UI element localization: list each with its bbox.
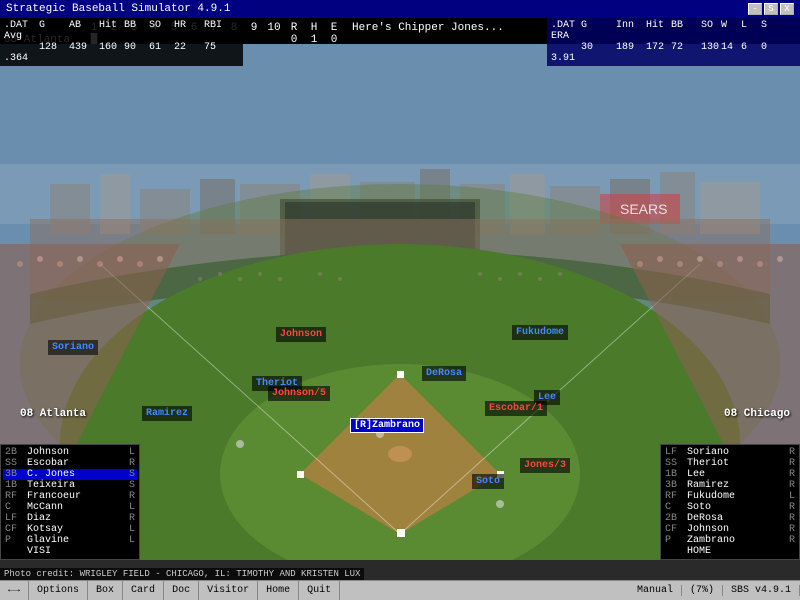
chicago-field-label: 08 Chicago: [724, 408, 790, 420]
close-button[interactable]: X: [780, 3, 794, 15]
lineup-row: RF Francoeur R: [3, 491, 137, 502]
player-johnson5: Johnson/5: [268, 386, 330, 401]
lineup-row: P Zambrano R: [663, 535, 797, 546]
status-card[interactable]: Card: [123, 581, 164, 600]
player-soto: Soto: [472, 474, 504, 489]
lineup-row: SS Escobar R: [3, 458, 137, 469]
lineup-row: C Soto R: [663, 502, 797, 513]
player-johnson: Johnson: [276, 327, 326, 342]
player-ramirez: Ramirez: [142, 406, 192, 421]
lineup-row: C McCann L: [3, 502, 137, 513]
batter-stats: .DAT G AB Hit BB SO HR RBI Avg 128 439 1…: [0, 18, 243, 66]
lineup-row-home[interactable]: HOME: [663, 546, 797, 557]
player-soriano: Soriano: [48, 340, 98, 355]
status-arrows[interactable]: ←→: [0, 581, 29, 600]
status-quit[interactable]: Quit: [299, 581, 340, 600]
lineup-row: LF Diaz R: [3, 513, 137, 524]
batter-label: .DAT: [4, 20, 39, 31]
status-visitor[interactable]: Visitor: [199, 581, 258, 600]
lineup-row-visi[interactable]: VISI: [3, 546, 137, 557]
lineup-row: 2B Johnson L: [3, 447, 137, 458]
player-zambrano: [R]Zambrano: [350, 418, 424, 433]
photo-credit: Photo credit: WRIGLEY FIELD - CHICAGO, I…: [0, 568, 364, 580]
lineup-row: 1B Lee R: [663, 469, 797, 480]
status-bar: ←→ Options Box Card Doc Visitor Home Qui…: [0, 580, 800, 600]
atlanta-lineup: 2B Johnson L SS Escobar R 3B C. Jones S …: [0, 444, 140, 560]
minimize-button[interactable]: -: [748, 3, 762, 15]
status-doc[interactable]: Doc: [164, 581, 199, 600]
batter-stats-values: 128 439 160 90 61 22 75 .364: [4, 42, 239, 64]
status-home[interactable]: Home: [258, 581, 299, 600]
player-derosa: DeRosa: [422, 366, 466, 381]
pitcher-stats-values: 30 189 172 72 130 14 6 0 3.91: [551, 42, 796, 64]
player-fukudome: Fukudome: [512, 325, 568, 340]
status-box[interactable]: Box: [88, 581, 123, 600]
chicago-lineup: LF Soriano R SS Theriot R 1B Lee R 3B Ra…: [660, 444, 800, 560]
atlanta-field-label: 08 Atlanta: [20, 408, 86, 420]
batter-stats-header: .DAT G AB Hit BB SO HR RBI Avg: [4, 20, 239, 42]
app-title: Strategic Baseball Simulator 4.9.1: [6, 3, 230, 15]
lineup-row: P Glavine L: [3, 535, 137, 546]
status-percent: (7%): [682, 585, 723, 596]
maximize-button[interactable]: S: [764, 3, 778, 15]
lineup-row: 2B DeRosa R: [663, 513, 797, 524]
lineup-row: CF Kotsay L: [3, 524, 137, 535]
player-jones3: Jones/3: [520, 458, 570, 473]
lineup-row: 3B Ramirez R: [663, 480, 797, 491]
svg-text:SEARS: SEARS: [620, 201, 667, 217]
pitcher-label: .DAT: [551, 20, 581, 31]
status-options[interactable]: Options: [29, 581, 88, 600]
title-bar-controls[interactable]: - S X: [748, 3, 794, 15]
status-version: SBS v4.9.1: [723, 585, 800, 596]
status-right: Manual (7%) SBS v4.9.1: [629, 585, 800, 596]
pitcher-stats: .DAT G Inn Hit BB SO W L S ERA 30 189 17…: [547, 18, 800, 66]
title-bar: Strategic Baseball Simulator 4.9.1 - S X: [0, 0, 800, 18]
lineup-row: SS Theriot R: [663, 458, 797, 469]
lineup-row: 1B Teixeira S: [3, 480, 137, 491]
lineup-row-highlighted: 3B C. Jones S: [3, 469, 137, 480]
status-manual: Manual: [629, 585, 682, 596]
lineup-row: CF Johnson R: [663, 524, 797, 535]
lineup-row: LF Soriano R: [663, 447, 797, 458]
player-escobar1: Escobar/1: [485, 401, 547, 416]
pitcher-stats-header: .DAT G Inn Hit BB SO W L S ERA: [551, 20, 796, 42]
lineup-row: RF Fukudome L: [663, 491, 797, 502]
